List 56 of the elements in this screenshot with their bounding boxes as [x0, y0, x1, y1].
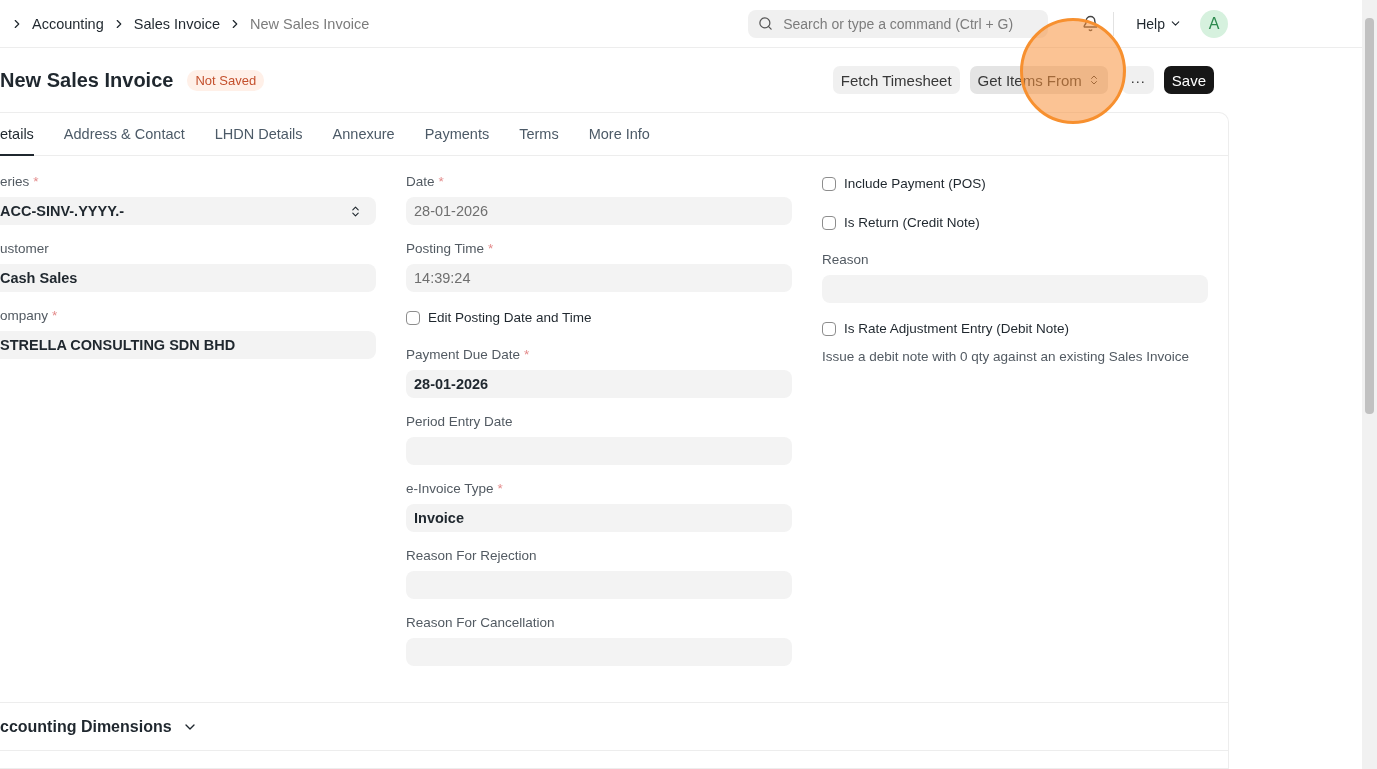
field-label: Date	[406, 174, 435, 189]
checkbox-label[interactable]: Include Payment (POS)	[822, 176, 1208, 191]
required-mark: *	[497, 481, 503, 496]
checkbox[interactable]	[406, 310, 420, 325]
checkbox[interactable]	[822, 176, 836, 191]
tab[interactable]: LHDN Details	[214, 113, 303, 156]
checkbox-label[interactable]: Is Rate Adjustment Entry (Debit Note)	[822, 321, 1208, 336]
tab[interactable]: More Info	[588, 113, 650, 156]
required-mark: *	[488, 241, 494, 256]
breadcrumb-link[interactable]: New Sales Invoice	[250, 15, 370, 32]
field-label: Reason For Cancellation	[406, 615, 555, 630]
more-button[interactable]: ···	[1121, 66, 1154, 94]
chevrons-icon	[349, 204, 362, 218]
save-button[interactable]: Save	[1163, 66, 1214, 94]
field-label: Period Entry Date	[406, 414, 513, 429]
input-field[interactable]: Cash Sales	[0, 264, 376, 292]
search-field[interactable]: Search or type a command (Ctrl + G)	[748, 9, 1049, 38]
tab[interactable]: etails	[0, 113, 34, 156]
checkbox-label[interactable]: Edit Posting Date and Time	[406, 310, 792, 325]
tab[interactable]: Terms	[519, 113, 559, 156]
tab[interactable]: Payments	[424, 113, 490, 156]
select-field[interactable]: ACC-SINV-.YYYY.-	[0, 197, 376, 225]
checkbox-label[interactable]: Is Return (Credit Note)	[822, 215, 1208, 230]
scrollbar[interactable]	[1362, 0, 1377, 769]
checkbox[interactable]	[822, 321, 836, 336]
tab[interactable]: Annexure	[332, 113, 395, 156]
input-field[interactable]: 28-01-2026	[406, 197, 792, 225]
checkbox[interactable]	[822, 215, 836, 230]
action-button[interactable]: Fetch Timesheet	[832, 66, 960, 94]
field-label: Reason For Rejection	[406, 548, 537, 563]
page-title: New Sales Invoice	[0, 68, 174, 92]
field-label: Payment Due Date	[406, 347, 521, 362]
field-label: eries	[0, 174, 30, 189]
bell-icon[interactable]	[1082, 15, 1100, 32]
field-description: Issue a debit note with 0 qty against an existing Sales Invoice	[822, 348, 1189, 366]
input-field[interactable]: 28-01-2026	[406, 370, 792, 398]
user-avatar[interactable]: A	[1200, 9, 1228, 38]
section-header[interactable]: ccounting Dimensions	[0, 703, 1228, 751]
field-label: Posting Time	[406, 241, 485, 256]
help-menu[interactable]: Help	[1128, 15, 1190, 32]
field-label: Reason	[822, 252, 869, 267]
field-label: ustomer	[0, 241, 49, 256]
required-mark: *	[33, 174, 39, 189]
field-label: e-Invoice Type	[406, 481, 494, 496]
breadcrumb-link[interactable]: Sales Invoice	[133, 15, 220, 32]
input-field[interactable]: STRELLA CONSULTING SDN BHD	[0, 331, 376, 359]
breadcrumb-link[interactable]: Accounting	[32, 15, 104, 32]
field-label: ompany	[0, 308, 49, 323]
input-field[interactable]: 14:39:24	[406, 264, 792, 292]
required-mark: *	[52, 308, 58, 323]
search-icon	[758, 16, 774, 31]
status-badge: Not Saved	[187, 69, 265, 91]
required-mark: *	[438, 174, 444, 189]
required-mark: *	[524, 347, 530, 362]
input-field[interactable]: Invoice	[406, 504, 792, 532]
tab[interactable]: Address & Contact	[63, 113, 185, 156]
